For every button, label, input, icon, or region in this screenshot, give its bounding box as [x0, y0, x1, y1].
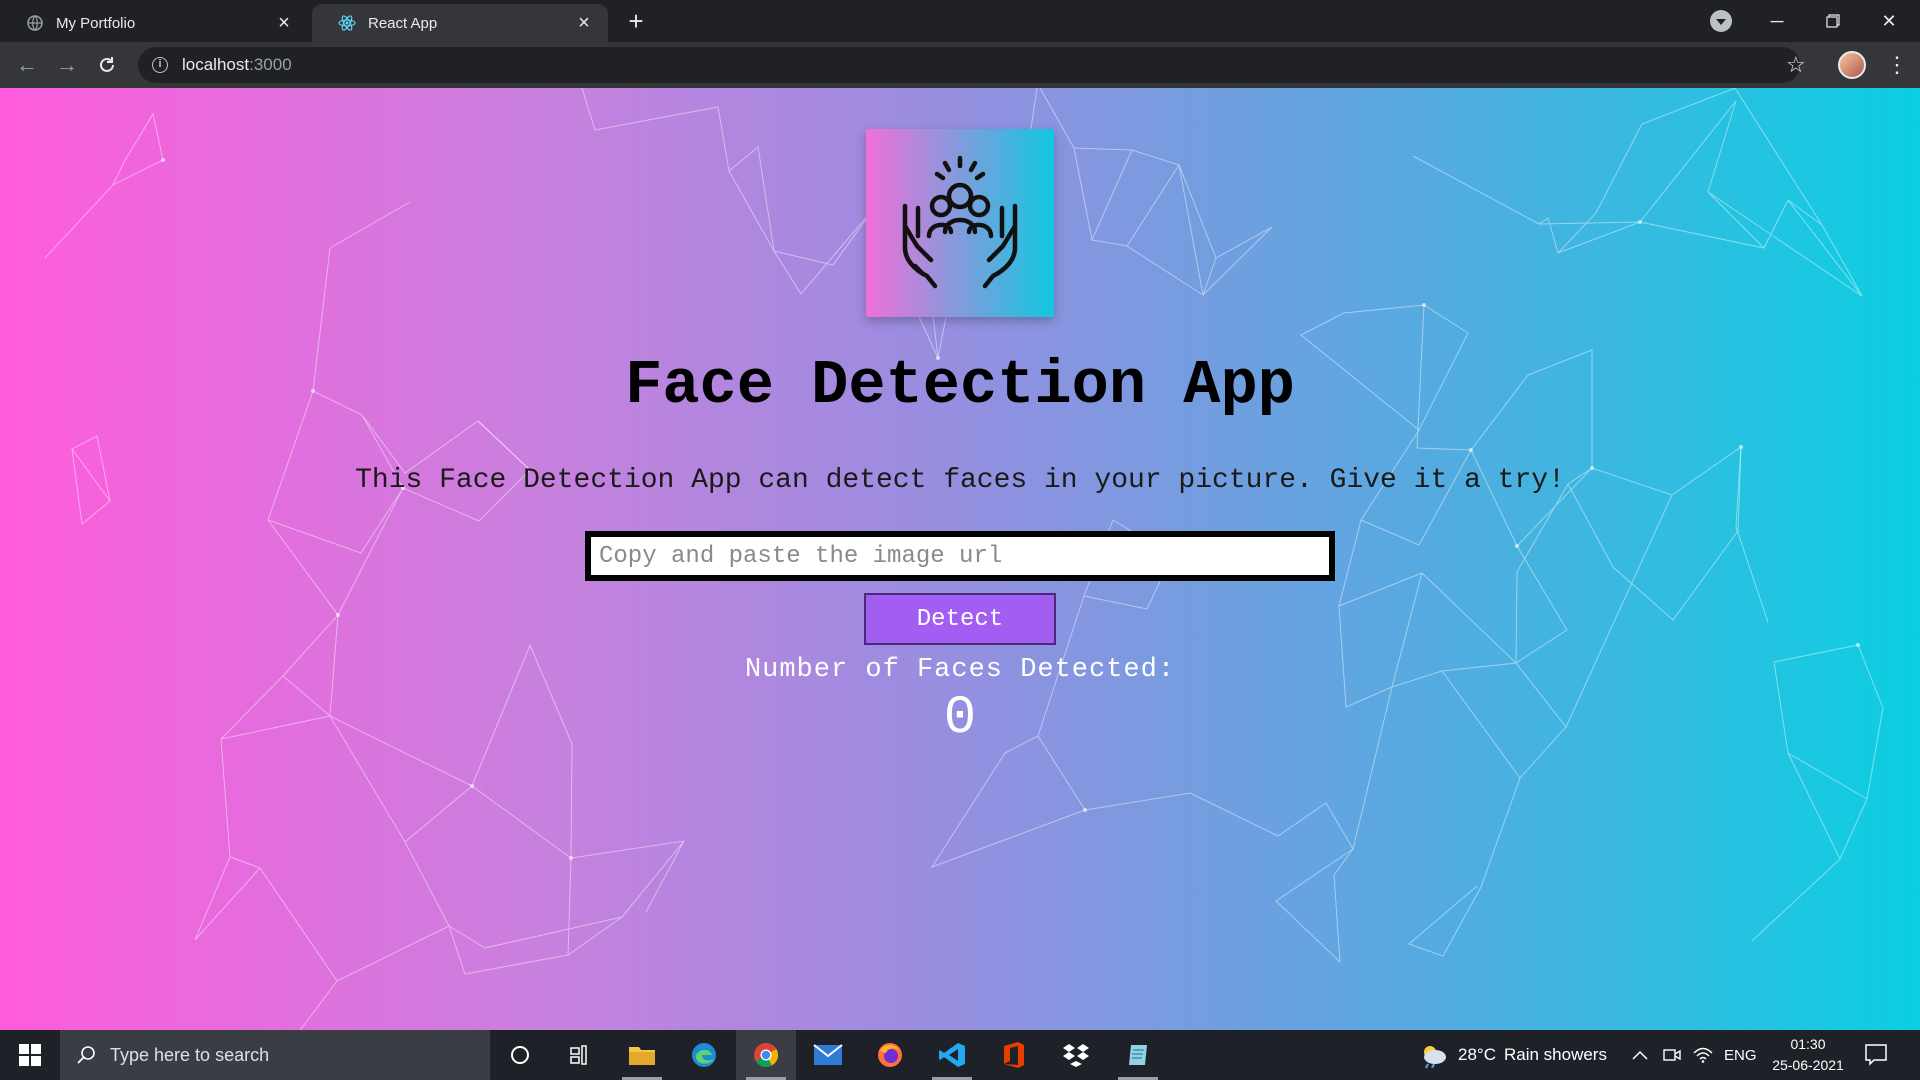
windows-taskbar: Type here to search 28°C Rain showers EN… — [0, 1030, 1920, 1080]
faces-detected-count: 0 — [943, 688, 977, 749]
minimize-icon[interactable]: ─ — [1754, 0, 1800, 42]
task-view-icon[interactable] — [550, 1030, 610, 1080]
taskbar-clock[interactable]: 01:30 25-06-2021 — [1760, 1034, 1856, 1076]
image-url-input[interactable] — [585, 531, 1335, 581]
notification-center-icon[interactable] — [1864, 1042, 1888, 1066]
tab-react-app[interactable]: React App × — [312, 4, 608, 42]
taskbar-search-placeholder: Type here to search — [110, 1044, 270, 1065]
weather-temp: 28°C — [1458, 1045, 1496, 1064]
bookmark-star-icon[interactable]: ☆ — [1786, 52, 1806, 78]
tab-title: React App — [368, 14, 438, 32]
weather-condition: Rain showers — [1503, 1045, 1607, 1064]
office-icon[interactable] — [984, 1030, 1044, 1080]
new-tab-plus-icon[interactable]: + — [624, 8, 648, 34]
window-close-icon[interactable]: ✕ — [1866, 0, 1912, 42]
faces-detected-label: Number of Faces Detected: — [744, 655, 1176, 685]
tab-search-icon[interactable] — [1710, 10, 1732, 32]
restore-icon[interactable] — [1810, 0, 1856, 42]
detect-button[interactable]: Detect — [864, 593, 1056, 645]
meet-now-icon[interactable] — [1663, 1030, 1681, 1080]
tab-bar: My Portfolio × React App × + ─ ✕ — [0, 0, 1920, 42]
notepad-icon[interactable] — [1108, 1030, 1168, 1080]
chrome-icon[interactable] — [736, 1030, 796, 1080]
react-icon — [338, 14, 356, 32]
mail-icon[interactable] — [798, 1030, 858, 1080]
browser-toolbar: ← → i localhost :3000 ☆ ⋮ — [0, 42, 1920, 88]
language-indicator[interactable]: ENG — [1724, 1030, 1757, 1080]
page-subtitle: This Face Detection App can detect faces… — [355, 465, 1565, 496]
chevron-up-icon[interactable] — [1632, 1030, 1648, 1080]
address-bar[interactable]: i localhost :3000 — [138, 47, 1800, 83]
forward-arrow-icon[interactable]: → — [52, 50, 82, 80]
cortana-icon[interactable] — [490, 1030, 550, 1080]
tab-my-portfolio[interactable]: My Portfolio × — [0, 4, 308, 42]
globe-icon — [26, 14, 44, 32]
dropbox-icon[interactable] — [1046, 1030, 1106, 1080]
clock-date: 25-06-2021 — [1772, 1057, 1844, 1073]
windows-start-icon[interactable] — [0, 1030, 60, 1080]
kebab-menu-icon[interactable]: ⋮ — [1886, 52, 1908, 78]
page-title: Face Detection App — [625, 350, 1295, 421]
weather-widget[interactable]: 28°C Rain showers — [1418, 1030, 1607, 1080]
reload-icon[interactable] — [92, 50, 122, 80]
taskbar-search-box[interactable]: Type here to search — [60, 1030, 490, 1080]
wifi-icon[interactable] — [1693, 1030, 1713, 1080]
clock-time: 01:30 — [1790, 1036, 1826, 1052]
edge-icon[interactable] — [674, 1030, 734, 1080]
vscode-icon[interactable] — [922, 1030, 982, 1080]
url-port: :3000 — [249, 55, 292, 74]
face-detection-logo — [866, 129, 1054, 317]
info-icon[interactable]: i — [152, 57, 168, 73]
avatar[interactable] — [1838, 51, 1866, 79]
rain-cloud-icon — [1424, 1046, 1446, 1068]
url-host: localhost — [182, 55, 250, 74]
tab-title: My Portfolio — [56, 14, 136, 32]
file-explorer-icon[interactable] — [612, 1030, 672, 1080]
close-icon[interactable]: × — [574, 13, 594, 33]
page-viewport: Face Detection App This Face Detection A… — [0, 88, 1920, 1030]
close-icon[interactable]: × — [274, 13, 294, 33]
firefox-icon[interactable] — [860, 1030, 920, 1080]
search-icon — [77, 1046, 95, 1064]
back-arrow-icon[interactable]: ← — [12, 50, 42, 80]
hands-faces-icon — [902, 155, 1018, 289]
